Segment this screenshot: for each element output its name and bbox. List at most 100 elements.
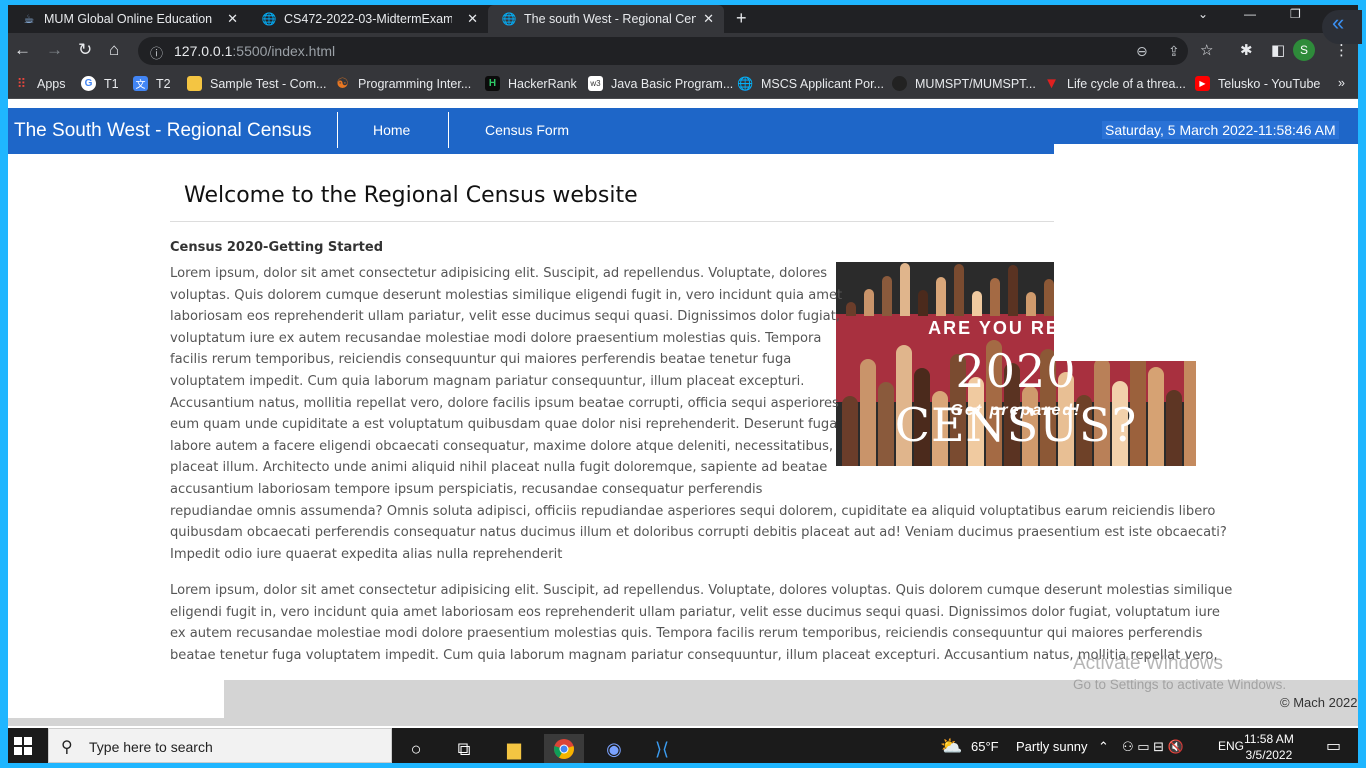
taskbar-clock[interactable]: 11:58 AM 3/5/2022: [1244, 731, 1294, 763]
paragraph-line: accusantium laboriosam tempore ipsum per…: [170, 482, 763, 497]
paragraph-line: voluptatum iure ex autem recusandae mole…: [170, 330, 822, 346]
search-icon: ⚲: [61, 739, 73, 756]
tab-census[interactable]: 🌐 The south West - Regional Census ✕: [488, 5, 724, 33]
back-icon[interactable]: ←: [14, 41, 31, 59]
apps-grid-icon: ⠿: [16, 75, 27, 91]
hand-shape: [990, 278, 1000, 316]
overlay-block: [8, 680, 224, 718]
screen: ☕ MUM Global Online Education :: C ✕ 🌐 C…: [8, 5, 1358, 763]
bookmark-t2[interactable]: 文 T2: [133, 76, 171, 91]
weather-temp[interactable]: 65°F: [971, 739, 999, 754]
file-explorer-icon[interactable]: ▆: [494, 734, 534, 763]
bookmark-label: Life cycle of a threa...: [1067, 76, 1186, 91]
banner-line3: Get prepared!: [950, 402, 1082, 419]
system-tray-icons[interactable]: ⚇ ▭ ⊟ 🔇: [1122, 739, 1184, 755]
bookmark-telusko[interactable]: ▶ Telusko - YouTube: [1195, 76, 1320, 91]
notifications-icon[interactable]: ▭: [1326, 736, 1341, 756]
hand-shape: [972, 291, 982, 316]
paragraph-line: quibusdam obcaecati perferendis consequa…: [170, 525, 1227, 541]
close-icon[interactable]: ✕: [703, 11, 714, 27]
taskbar-search[interactable]: ⚲ Type here to search: [48, 728, 392, 763]
triangle-icon: ▼: [1044, 75, 1059, 92]
extensions-icon[interactable]: ✱: [1240, 41, 1253, 59]
language-indicator[interactable]: ENG: [1218, 739, 1244, 753]
bookmarks-bar: ⠿ Apps G T1 文 T2 Sample Test - Com... ☯ Prog…: [8, 69, 1358, 99]
tab-midterm[interactable]: 🌐 CS472-2022-03-MidtermExam ✕: [248, 5, 488, 33]
bookmark-mumspt[interactable]: MUMSPT/MUMSPT...: [892, 76, 1036, 91]
paragraph-line: labore autem a facere eligendi obcaecati…: [170, 438, 834, 454]
clock-time: 11:58 AM: [1244, 732, 1294, 746]
bookmark-label: HackerRank: [508, 76, 577, 91]
globe-icon: 🌐: [261, 12, 277, 26]
nav-home-link[interactable]: Home: [373, 122, 410, 138]
close-icon[interactable]: ✕: [227, 11, 238, 27]
star-icon[interactable]: ☆: [1200, 41, 1213, 59]
profile-avatar[interactable]: S: [1293, 39, 1315, 61]
paragraph-line: voluptatem impedit. Cum quia laborum mag…: [170, 374, 805, 389]
hand-shape: [1026, 292, 1036, 316]
bookmark-java-basic[interactable]: w3 Java Basic Program...: [588, 76, 733, 91]
side-panel-icon[interactable]: ◧: [1271, 41, 1285, 59]
copyright-text: © Mach 2022: [1280, 695, 1358, 710]
bookmark-label: Sample Test - Com...: [210, 76, 327, 91]
weather-desc[interactable]: Partly sunny: [1016, 739, 1088, 754]
java-cup-icon: ☕: [23, 12, 35, 26]
cortana-icon[interactable]: ○: [396, 734, 436, 763]
hand-shape: [936, 277, 946, 316]
nav-divider: [448, 112, 449, 148]
bookmark-life-cycle[interactable]: ▼ Life cycle of a threa...: [1044, 75, 1186, 92]
bookmark-mscs[interactable]: 🌐 MSCS Applicant Por...: [737, 75, 884, 91]
nav-divider: [337, 112, 338, 148]
bookmark-programming[interactable]: ☯ Programming Inter...: [335, 75, 471, 91]
home-icon[interactable]: ⌂: [109, 41, 119, 59]
bookmark-t1[interactable]: G T1: [81, 76, 119, 91]
new-tab-button[interactable]: +: [736, 8, 747, 29]
restore-icon[interactable]: ❐: [1290, 7, 1301, 21]
reload-icon[interactable]: ↻: [78, 41, 92, 59]
tab-mum[interactable]: ☕ MUM Global Online Education :: C ✕: [8, 5, 248, 33]
chrome-icon[interactable]: [544, 734, 584, 763]
bookmark-label: Telusko - YouTube: [1218, 76, 1321, 91]
bookmark-hackerrank[interactable]: H HackerRank: [485, 76, 577, 91]
eye-app-icon[interactable]: ◉: [594, 734, 634, 763]
tab-search-icon[interactable]: ⌄: [1198, 7, 1208, 21]
minimize-icon[interactable]: —: [1244, 7, 1256, 21]
paragraph-line: facilis rerum temporibus, reiciendis con…: [170, 352, 792, 368]
paragraph-line: Impedit odio iure quaerat expedita alias…: [170, 546, 563, 562]
globe-icon: 🌐: [737, 75, 754, 91]
bookmark-label: T1: [104, 76, 119, 91]
paragraph-line: laboriosam eos reprehenderit ullam paria…: [170, 309, 840, 325]
zoom-icon[interactable]: ⊖: [1136, 43, 1148, 60]
activate-windows-subtitle: Go to Settings to activate Windows.: [1073, 677, 1287, 692]
hand-shape: [918, 290, 928, 316]
paragraph-line: eum quam unde cupiditate a est voluptatu…: [170, 417, 838, 433]
browser-toolbar: ← → ↻ ⌂ ⓘ 127.0.0.1:5500/index.html ⊖ ⇪ …: [8, 33, 1358, 69]
hand-shape: [864, 289, 874, 316]
bookmark-apps[interactable]: ⠿ Apps: [14, 76, 66, 91]
nav-census-form-link[interactable]: Census Form: [485, 122, 569, 138]
weather-icon[interactable]: ⛅: [940, 736, 962, 757]
close-icon[interactable]: ✕: [467, 11, 478, 27]
forward-icon[interactable]: →: [46, 41, 63, 59]
youtube-icon: ▶: [1195, 76, 1210, 91]
info-icon[interactable]: ⓘ: [150, 43, 163, 62]
task-view-icon[interactable]: ⧉: [444, 734, 484, 763]
windows-start-icon[interactable]: [14, 737, 32, 760]
bookmark-sample-test[interactable]: Sample Test - Com...: [187, 76, 326, 91]
tab-title: MUM Global Online Education :: C: [44, 12, 212, 26]
tab-title: The south West - Regional Census: [524, 12, 696, 26]
bookmark-label: MSCS Applicant Por...: [761, 76, 884, 91]
address-bar[interactable]: ⓘ 127.0.0.1:5500/index.html ⊖ ⇪: [138, 37, 1188, 65]
section-subheading: Census 2020-Getting Started: [170, 240, 384, 255]
current-datetime: Saturday, 5 March 2022-11:58:46 AM: [1102, 121, 1339, 139]
doc-icon: [187, 76, 202, 91]
tab-strip: ☕ MUM Global Online Education :: C ✕ 🌐 C…: [8, 5, 1358, 33]
more-bookmarks-button[interactable]: »: [1338, 76, 1345, 90]
share-icon[interactable]: ⇪: [1168, 43, 1180, 60]
sidebar-toggle-icon[interactable]: «: [1322, 10, 1362, 44]
chevron-up-icon[interactable]: ⌃: [1098, 739, 1109, 755]
site-brand[interactable]: The South West - Regional Census: [14, 120, 311, 142]
vscode-icon[interactable]: ⟩⟨: [642, 734, 682, 763]
hand-shape: [882, 276, 892, 316]
windows-taskbar: ⚲ Type here to search ○ ⧉ ▆ ◉ ⟩⟨ ⛅ 65°F …: [8, 728, 1358, 763]
